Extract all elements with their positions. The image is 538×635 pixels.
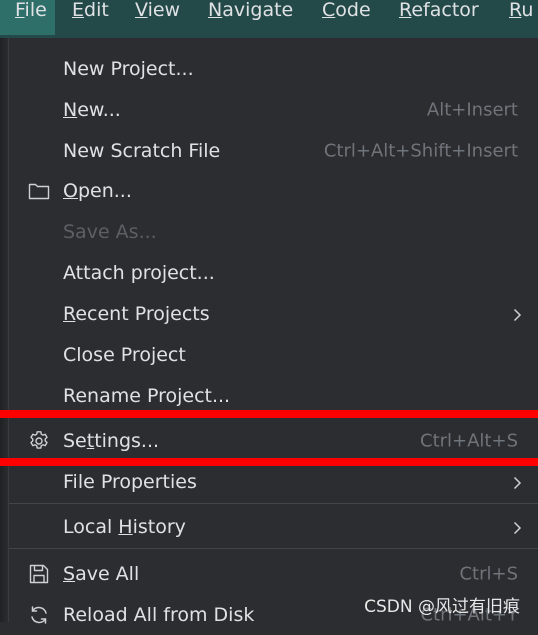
menu-bar: File Edit View Navigate Code Refactor Ru <box>0 0 538 38</box>
open-label: Open... <box>63 180 132 202</box>
open-mnemonic: O <box>63 180 78 202</box>
menu-run[interactable]: Ru <box>509 0 533 35</box>
local-history-mnemonic: H <box>118 516 133 538</box>
menu-code-mnemonic: C <box>322 0 336 21</box>
attach-project-label: Attach project... <box>63 262 215 284</box>
chevron-right-icon <box>512 475 522 490</box>
menu-code[interactable]: Code <box>322 0 371 35</box>
recent-projects-label: Recent Projects <box>63 303 210 325</box>
menu-view[interactable]: View <box>135 0 180 35</box>
settings-label-prefix: Se <box>63 430 87 452</box>
menu-run-mnemonic: R <box>509 0 522 21</box>
save-icon <box>27 562 51 586</box>
menu-file-label: ile <box>24 0 47 21</box>
new-label-rest: ew... <box>77 99 121 121</box>
reload-icon <box>27 603 51 627</box>
menu-separator <box>9 548 538 549</box>
menu-item-new[interactable]: New... Alt+Insert <box>9 90 538 130</box>
save-all-shortcut: Ctrl+S <box>459 563 518 585</box>
annotation-line-bottom <box>0 458 538 466</box>
chevron-right-icon <box>512 307 522 322</box>
menu-view-label: iew <box>147 0 181 21</box>
menu-item-settings[interactable]: Settings... Ctrl+Alt+S <box>9 421 538 461</box>
menu-item-recent-projects[interactable]: Recent Projects <box>9 294 538 334</box>
menu-edit-mnemonic: E <box>72 0 85 21</box>
folder-icon <box>27 179 51 203</box>
new-scratch-file-shortcut: Ctrl+Alt+Shift+Insert <box>323 140 518 162</box>
close-project-label: Close Project <box>63 344 186 366</box>
local-history-label-rest: istory <box>132 516 186 538</box>
menu-item-new-project[interactable]: New Project... <box>9 49 538 89</box>
menu-item-save-all[interactable]: Save All Ctrl+S <box>9 554 538 594</box>
watermark: CSDN @风过有旧痕 <box>364 597 520 617</box>
menu-navigate-label: avigate <box>222 0 294 21</box>
settings-label-rest: tings... <box>94 430 160 452</box>
open-label-rest: pen... <box>77 180 132 202</box>
menu-item-close-project[interactable]: Close Project <box>9 335 538 375</box>
local-history-label: Local History <box>63 516 186 538</box>
menu-item-open[interactable]: Open... <box>9 171 538 211</box>
menu-file[interactable]: File <box>0 0 55 35</box>
save-all-label-rest: ave All <box>75 563 140 585</box>
menu-shadow <box>0 38 8 622</box>
recent-projects-label-rest: ecent Projects <box>75 303 210 325</box>
menu-refactor-mnemonic: R <box>399 0 412 21</box>
menu-separator <box>9 503 538 504</box>
menu-item-attach-project[interactable]: Attach project... <box>9 253 538 293</box>
file-menu-dropdown: New Project... New... Alt+Insert New Scr… <box>8 38 538 626</box>
menu-item-file-properties[interactable]: File Properties <box>9 462 538 502</box>
menu-item-new-scratch-file[interactable]: New Scratch File Ctrl+Alt+Shift+Insert <box>9 131 538 171</box>
menu-refactor-label: efactor <box>411 0 479 21</box>
menu-run-label: u <box>521 0 534 21</box>
chevron-right-icon <box>512 520 522 535</box>
recent-projects-mnemonic: R <box>63 303 76 325</box>
rename-project-label: Rename Project... <box>63 385 231 407</box>
menu-view-mnemonic: V <box>135 0 148 21</box>
gear-icon <box>27 429 51 453</box>
new-mnemonic: N <box>63 99 78 121</box>
menu-edit-label: dit <box>84 0 109 21</box>
new-shortcut: Alt+Insert <box>426 99 518 121</box>
settings-label: Settings... <box>63 430 159 452</box>
menu-navigate-mnemonic: N <box>208 0 223 21</box>
menu-code-label: ode <box>335 0 371 21</box>
menu-item-save-as: Save As... <box>9 212 538 252</box>
menu-file-mnemonic: F <box>15 0 25 21</box>
menu-item-local-history[interactable]: Local History <box>9 507 538 547</box>
new-label: New... <box>63 99 121 121</box>
menu-navigate[interactable]: Navigate <box>208 0 293 35</box>
local-history-label-prefix: Local <box>63 516 119 538</box>
new-project-label: New Project... <box>63 58 194 80</box>
new-scratch-file-label: New Scratch File <box>63 140 221 162</box>
save-all-label: Save All <box>63 563 139 585</box>
reload-all-from-disk-label: Reload All from Disk <box>63 604 255 626</box>
menu-refactor[interactable]: Refactor <box>399 0 479 35</box>
save-all-mnemonic: S <box>63 563 76 585</box>
menu-edit[interactable]: Edit <box>72 0 109 35</box>
annotation-line-top <box>0 410 538 418</box>
file-properties-label: File Properties <box>63 471 197 493</box>
save-as-label: Save As... <box>63 221 157 243</box>
settings-shortcut: Ctrl+Alt+S <box>420 430 518 452</box>
